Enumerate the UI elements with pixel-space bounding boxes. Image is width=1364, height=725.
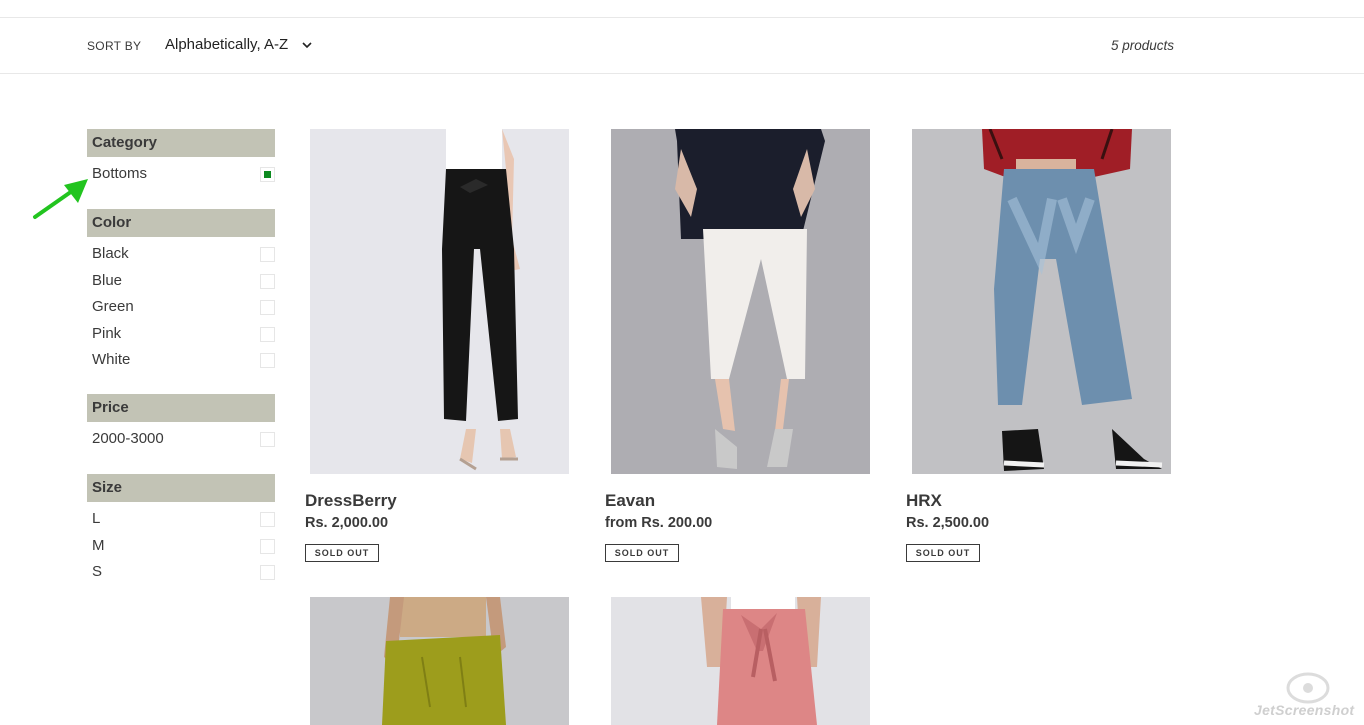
product-image[interactable]	[310, 597, 569, 725]
product-image[interactable]	[611, 129, 870, 474]
filter-option-blue[interactable]: Blue	[87, 268, 275, 295]
sort-bar: SORT BY Alphabetically, A-Z 5 products	[0, 18, 1364, 74]
filter-options-color: Black Blue Green Pink White	[87, 237, 275, 374]
filter-option-s[interactable]: S	[87, 559, 275, 586]
filter-heading-price: Price	[87, 394, 275, 422]
product-card[interactable]	[605, 597, 905, 725]
filter-option-2000-3000[interactable]: 2000-3000	[87, 426, 275, 453]
filter-option-green[interactable]: Green	[87, 294, 275, 321]
filter-option-label: 2000-3000	[92, 430, 164, 447]
product-image[interactable]	[611, 597, 870, 725]
filter-options-price: 2000-3000	[87, 422, 275, 453]
product-photo	[310, 129, 569, 474]
filter-sidebar: Category Bottoms Color Black Blue Green	[87, 129, 275, 586]
filter-option-label: Black	[92, 245, 129, 262]
filter-options-category: Bottoms	[87, 157, 275, 188]
filter-option-label: Bottoms	[92, 165, 148, 182]
product-photo	[912, 129, 1171, 474]
filter-checkbox-blue[interactable]	[260, 273, 275, 289]
product-title[interactable]: Eavan	[605, 491, 655, 511]
filter-option-label: Blue	[92, 271, 123, 289]
product-photo	[611, 597, 870, 725]
product-title[interactable]: DressBerry	[305, 491, 397, 511]
filter-group-size: Size L M S	[87, 474, 275, 586]
sold-out-badge: SOLD OUT	[305, 544, 379, 562]
product-price: Rs. 2,000.00	[305, 515, 389, 531]
sort-select[interactable]: Alphabetically, A-Z	[165, 36, 314, 53]
product-photo	[310, 597, 569, 725]
filter-checkbox-bottoms[interactable]	[260, 167, 275, 182]
filter-checkbox-white[interactable]	[260, 353, 275, 368]
filter-option-label: White	[92, 351, 131, 368]
filter-group-category: Category Bottoms	[87, 129, 275, 209]
chevron-down-icon	[302, 41, 312, 48]
filter-heading-category: Category	[87, 129, 275, 157]
product-card-hrx[interactable]: HRX Rs. 2,500.00 SOLD OUT	[906, 129, 1206, 569]
sold-out-badge: SOLD OUT	[906, 544, 980, 562]
product-photo	[611, 129, 870, 474]
filter-heading-size: Size	[87, 474, 275, 502]
product-title[interactable]: HRX	[906, 491, 942, 511]
filter-checkbox-pink[interactable]	[260, 326, 275, 342]
sort-value: Alphabetically, A-Z	[165, 36, 289, 53]
filter-checkbox-black[interactable]	[260, 247, 275, 262]
sort-label: SORT BY	[87, 39, 142, 53]
filter-option-black[interactable]: Black	[87, 241, 275, 268]
sold-out-badge: SOLD OUT	[605, 544, 679, 562]
filter-option-white[interactable]: White	[87, 347, 275, 374]
filter-option-label: M	[92, 536, 105, 554]
filter-option-l[interactable]: L	[87, 506, 275, 533]
product-price: from Rs. 200.00	[605, 515, 713, 531]
filter-option-label: S	[92, 563, 103, 580]
filter-option-bottoms[interactable]: Bottoms	[87, 161, 275, 188]
filter-checkbox-green[interactable]	[260, 300, 275, 315]
product-price: Rs. 2,500.00	[906, 515, 990, 531]
product-card[interactable]	[305, 597, 605, 725]
product-count: 5 products	[1111, 38, 1175, 53]
annotation-arrow-icon	[33, 179, 88, 219]
product-image[interactable]	[912, 129, 1171, 474]
product-image[interactable]	[310, 129, 569, 474]
filter-option-pink[interactable]: Pink	[87, 321, 275, 348]
filter-heading-color: Color	[87, 209, 275, 237]
filter-checkbox-l[interactable]	[260, 512, 275, 527]
filter-options-size: L M S	[87, 502, 275, 586]
filter-option-label: Pink	[92, 324, 122, 342]
product-card-dressberry[interactable]: DressBerry Rs. 2,000.00 SOLD OUT	[305, 129, 605, 569]
filter-checkbox-2000-3000[interactable]	[260, 432, 275, 447]
product-card-eavan[interactable]: Eavan from Rs. 200.00 SOLD OUT	[605, 129, 905, 569]
filter-checkbox-m[interactable]	[260, 538, 275, 554]
filter-checkbox-s[interactable]	[260, 565, 275, 580]
filter-option-m[interactable]: M	[87, 533, 275, 560]
watermark-text: JetScreenshot	[1254, 702, 1355, 718]
filter-group-color: Color Black Blue Green Pink White	[87, 209, 275, 394]
filter-option-label: Green	[92, 298, 134, 315]
filter-option-label: L	[92, 510, 101, 527]
filter-group-price: Price 2000-3000	[87, 394, 275, 474]
